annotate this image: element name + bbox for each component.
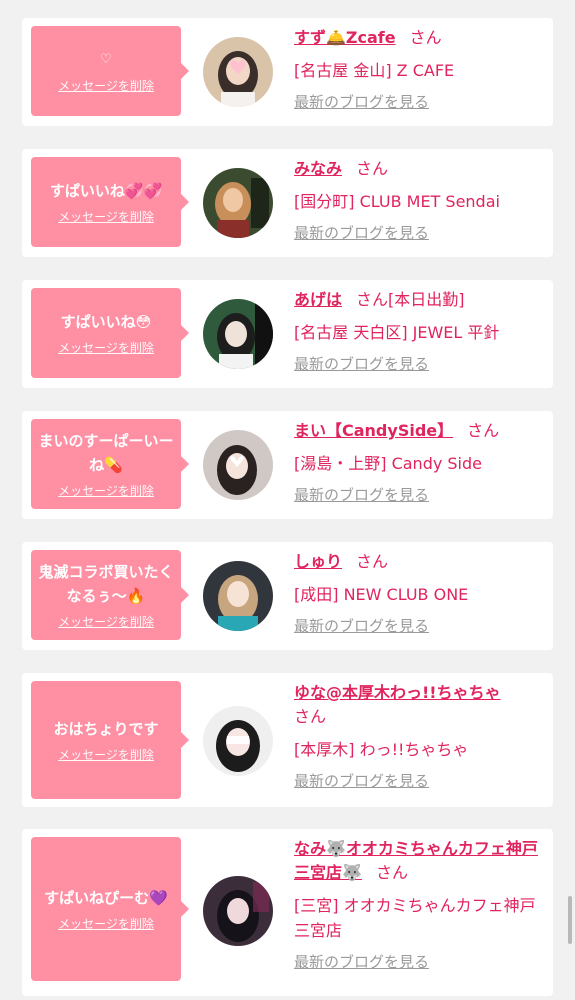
list-item: 鬼滅コラボ買いたくなるぅ〜🔥 メッセージを削除 しゅり さん [成田] NEW C…	[22, 542, 553, 650]
latest-blog-link[interactable]: 最新のブログを見る	[294, 484, 546, 505]
delete-message-button[interactable]: メッセージを削除	[58, 482, 154, 499]
delete-message-button[interactable]: メッセージを削除	[58, 746, 154, 763]
store-name: [湯島・上野] Candy Side	[294, 454, 483, 473]
message-text: 鬼滅コラボ買いたくなるぅ〜🔥	[38, 563, 174, 605]
delete-message-button[interactable]: メッセージを削除	[58, 339, 154, 356]
latest-blog-link[interactable]: 最新のブログを見る	[294, 222, 546, 243]
cast-info: なみ🐺オオカミちゃんカフェ神戸三宮店🐺 さん [三宮] オオカミちゃんカフェ神戸三…	[294, 837, 546, 972]
message-text: まいのすーぱーいーね💊	[38, 432, 174, 474]
avatar[interactable]	[203, 876, 273, 946]
cast-info: しゅり さん [成田] NEW CLUB ONE 最新のブログを見る	[294, 550, 546, 636]
honorific: さん	[356, 159, 389, 178]
list-item: まいのすーぱーいーね💊 メッセージを削除 まい【CandySide】 さん [湯島…	[22, 411, 553, 519]
avatar[interactable]	[203, 37, 273, 107]
cast-name-link[interactable]: みなみ	[294, 159, 342, 178]
message-text: すぱいいね😳	[60, 313, 152, 331]
honorific: さん	[294, 707, 327, 726]
honorific: さん[本日出勤]	[356, 290, 465, 309]
honorific: さん	[356, 552, 389, 571]
cast-info: ゆな@本厚木わっ!!ちゃちゃ さん [本厚木] わっ!!ちゃちゃ 最新のブログを見…	[294, 681, 546, 791]
latest-blog-link[interactable]: 最新のブログを見る	[294, 615, 546, 636]
honorific: さん	[409, 28, 442, 47]
avatar[interactable]	[203, 561, 273, 631]
message-text: ♡	[100, 52, 112, 67]
cast-info: すず🛎️Zcafe さん [名古屋 金山] Z CAFE 最新のブログを見る	[294, 26, 546, 112]
store-name: [名古屋 金山] Z CAFE	[294, 61, 455, 80]
message-text: おはちょりです	[53, 720, 159, 738]
delete-message-button[interactable]: メッセージを削除	[58, 77, 154, 94]
avatar[interactable]	[203, 430, 273, 500]
list-item: ♡ メッセージを削除 すず🛎️Zcafe さん [名古屋 金山] Z CAFE 最…	[22, 18, 553, 126]
message-text: すぱいいね💞💞	[49, 182, 163, 200]
honorific: さん	[467, 421, 500, 440]
cast-name-link[interactable]: なみ🐺オオカミちゃんカフェ神戸三宮店🐺	[294, 839, 538, 882]
avatar[interactable]	[203, 168, 273, 238]
list-item: すぱいいね💞💞 メッセージを削除 みなみ さん [国分町] CLUB MET Se…	[22, 149, 553, 257]
latest-blog-link[interactable]: 最新のブログを見る	[294, 91, 546, 112]
cast-name-link[interactable]: しゅり	[294, 552, 342, 571]
store-name: [本厚木] わっ!!ちゃちゃ	[294, 740, 469, 759]
avatar[interactable]	[203, 299, 273, 369]
store-name: [国分町] CLUB MET Sendai	[294, 192, 500, 211]
latest-blog-link[interactable]: 最新のブログを見る	[294, 951, 546, 972]
store-name: [成田] NEW CLUB ONE	[294, 585, 469, 604]
cast-name-link[interactable]: あげは	[294, 290, 342, 309]
honorific: さん	[375, 863, 408, 882]
latest-blog-link[interactable]: 最新のブログを見る	[294, 353, 546, 374]
message-bubble: すぱいいね😳 メッセージを削除	[31, 288, 189, 378]
avatar[interactable]	[203, 706, 273, 776]
cast-name-link[interactable]: まい【CandySide】	[294, 421, 453, 440]
cast-info: みなみ さん [国分町] CLUB MET Sendai 最新のブログを見る	[294, 157, 546, 243]
list-item: すぱいいね😳 メッセージを削除 あげは さん[本日出勤] [名古屋 天白区] JE…	[22, 280, 553, 388]
message-bubble: ♡ メッセージを削除	[31, 26, 189, 116]
message-bubble: 鬼滅コラボ買いたくなるぅ〜🔥 メッセージを削除	[31, 550, 189, 640]
delete-message-button[interactable]: メッセージを削除	[58, 915, 154, 932]
cast-info: まい【CandySide】 さん [湯島・上野] Candy Side 最新のブロ…	[294, 419, 546, 505]
cast-name-link[interactable]: ゆな@本厚木わっ!!ちゃちゃ	[294, 683, 501, 702]
delete-message-button[interactable]: メッセージを削除	[58, 613, 154, 630]
message-bubble: すぱいいね💞💞 メッセージを削除	[31, 157, 189, 247]
message-bubble: すぱいねぴーむ💜 メッセージを削除	[31, 837, 189, 981]
message-bubble: まいのすーぱーいーね💊 メッセージを削除	[31, 419, 189, 509]
cast-info: あげは さん[本日出勤] [名古屋 天白区] JEWEL 平針 最新のブログを見る	[294, 288, 546, 374]
list-item: すぱいねぴーむ💜 メッセージを削除 なみ🐺オオカミちゃんカフェ神戸三宮店🐺 さん …	[22, 829, 553, 996]
message-text: すぱいねぴーむ💜	[44, 889, 168, 907]
scrollbar[interactable]	[568, 896, 572, 944]
message-bubble: おはちょりです メッセージを削除	[31, 681, 189, 799]
list-item: おはちょりです メッセージを削除 ゆな@本厚木わっ!!ちゃちゃ さん [本厚木] …	[22, 673, 553, 807]
delete-message-button[interactable]: メッセージを削除	[58, 208, 154, 225]
store-name: [名古屋 天白区] JEWEL 平針	[294, 323, 500, 342]
store-name: [三宮] オオカミちゃんカフェ神戸三宮店	[294, 896, 536, 940]
cast-name-link[interactable]: すず🛎️Zcafe	[294, 28, 396, 47]
latest-blog-link[interactable]: 最新のブログを見る	[294, 770, 546, 791]
